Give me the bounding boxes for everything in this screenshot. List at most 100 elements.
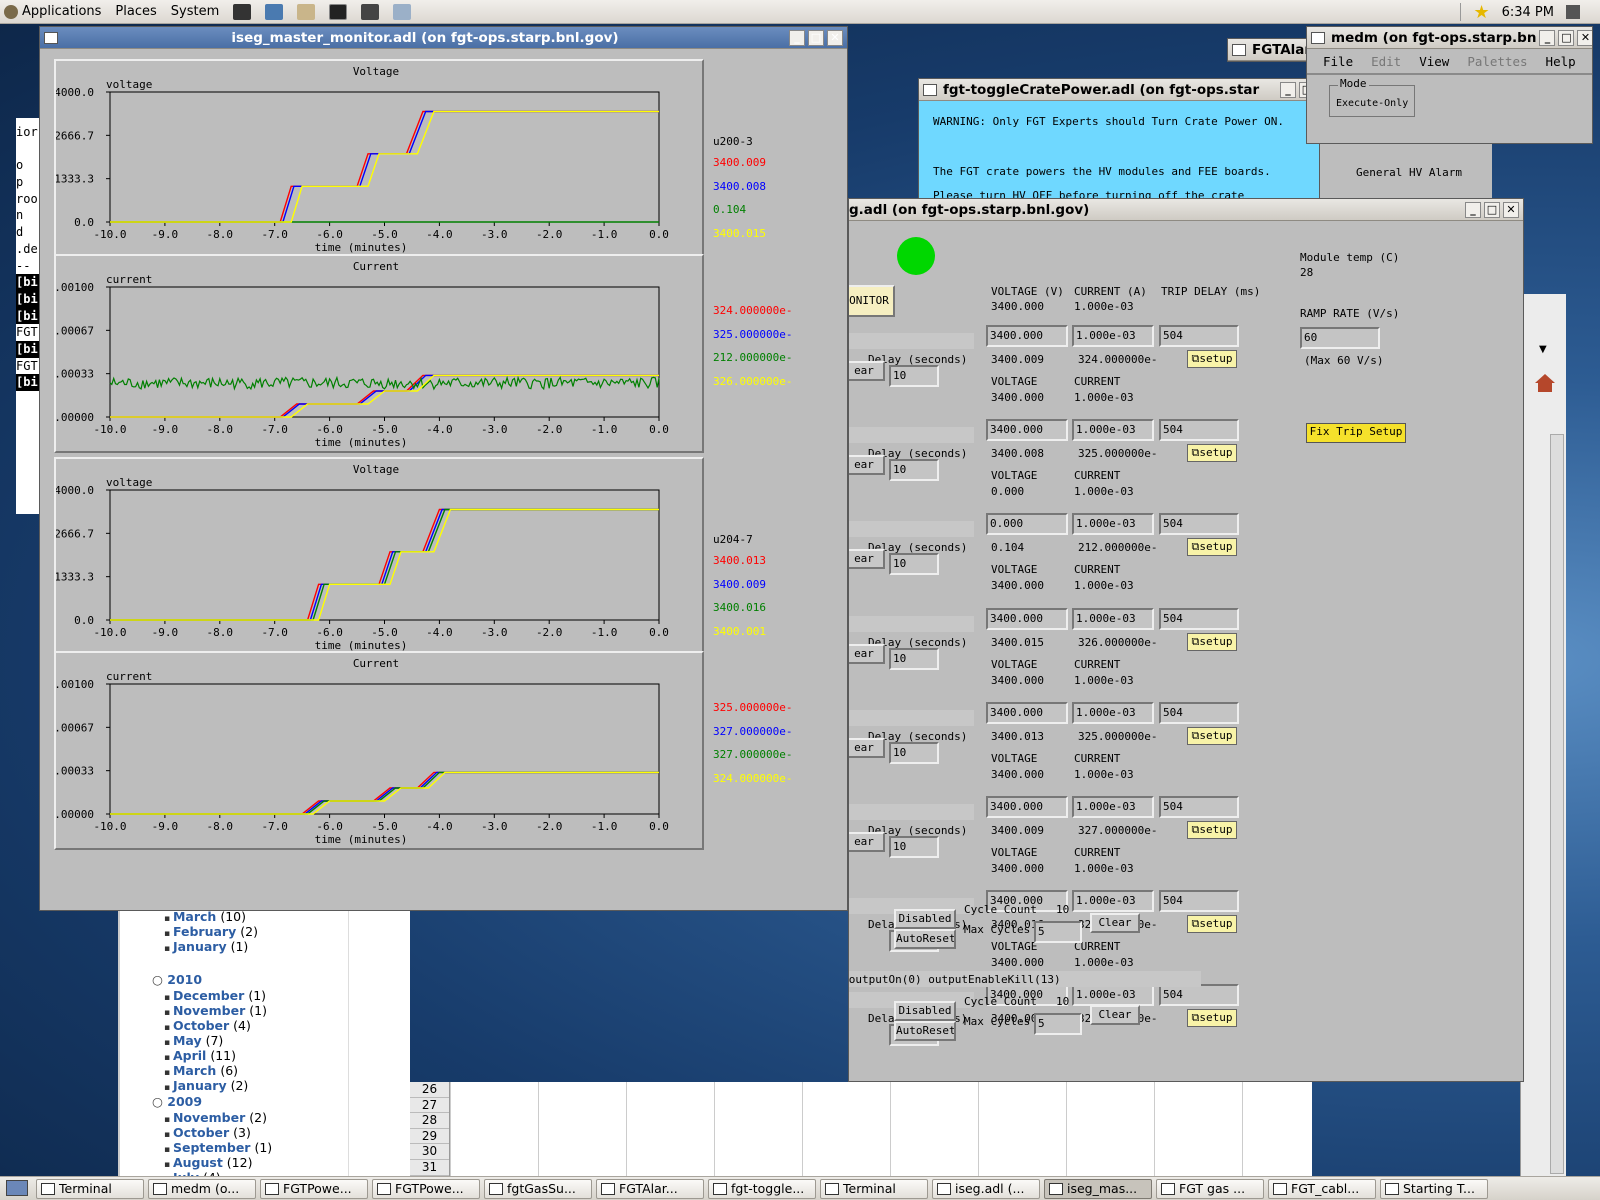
medm-view-menu[interactable]: View [1419,54,1449,69]
star-icon[interactable]: ★ [1473,2,1489,23]
disabled-button[interactable]: Disabled [894,1001,956,1021]
max-cycles-input[interactable]: 5 [1034,1013,1082,1035]
applications-menu[interactable]: Applications [4,4,101,19]
maximize-button[interactable]: □ [1484,201,1500,218]
show-desktop-icon[interactable] [6,1180,28,1196]
archive-month-link[interactable]: February [173,924,236,939]
trip-delay-input[interactable]: 504 [1159,984,1239,1007]
archive-month-link[interactable]: January [173,1078,227,1093]
fix-trip-setup-button[interactable]: Fix Trip Setup [1306,423,1406,443]
sheet-row-number[interactable]: 26 [410,1082,449,1098]
archive-month-link[interactable]: January [173,939,227,954]
clear-button[interactable]: ear [849,549,885,570]
delay-input[interactable]: 10 [889,741,939,764]
setup-button[interactable]: ⧉setup [1187,444,1237,463]
setup-button[interactable]: ⧉setup [1187,726,1237,745]
screenshot-launcher-icon[interactable] [361,3,380,20]
taskbar-item[interactable]: FGT_cabl... [1268,1178,1376,1199]
close-button[interactable]: ✕ [1577,29,1592,46]
trip-delay-input[interactable]: 504 [1159,890,1239,913]
medm-help-menu[interactable]: Help [1546,54,1576,69]
home-icon[interactable] [1535,374,1555,392]
taskbar-item[interactable]: FGTPowe... [372,1178,480,1199]
set-current-input[interactable]: 1.000e-03 [1072,701,1154,724]
clear-button[interactable]: ear [849,832,885,852]
delay-input[interactable]: 10 [889,459,939,482]
maximize-button[interactable]: □ [1558,29,1575,46]
monitor-button[interactable]: ONITOR [849,285,895,317]
set-current-input[interactable]: 1.000e-03 [1072,513,1154,536]
taskbar-item[interactable]: FGTAlar... [596,1178,704,1199]
clear-button[interactable]: ear [849,361,885,381]
minimize-button[interactable]: _ [1539,29,1556,46]
toggle-titlebar[interactable]: fgt-toggleCratePower.adl (on fgt-ops.sta… [919,79,1319,101]
ramp-rate-input[interactable]: 60 [1300,327,1380,349]
archive-month-link[interactable]: March [173,909,216,924]
clear-button[interactable]: Clear [1090,913,1140,933]
sheet-row-number[interactable]: 31 [410,1160,449,1176]
archive-month-link[interactable]: November [173,1110,245,1125]
setup-button[interactable]: ⧉setup [1187,915,1237,934]
archive-month-link[interactable]: August [173,1155,223,1170]
archive-month-link[interactable]: October [173,1018,229,1033]
iseg-titlebar[interactable]: g.adl (on fgt-ops.starp.bnl.gov) _ □ ✕ [849,199,1523,221]
dropdown-arrow-icon[interactable]: ▼ [1539,344,1547,355]
delay-input[interactable]: 10 [889,836,939,858]
close-button[interactable]: ✕ [827,29,843,46]
delay-input[interactable]: 10 [889,365,939,387]
clear-button[interactable]: ear [849,643,885,664]
set-voltage-input[interactable]: 3400.000 [986,701,1068,724]
archive-month-link[interactable]: October [173,1125,229,1140]
delay-input[interactable]: 10 [889,553,939,576]
setup-button[interactable]: ⧉setup [1187,350,1237,368]
terminal-background[interactable]: ior o p roo n d .de -- [bi [bi [bi FGT [bi FGT [bi [16,118,40,514]
toggle-crate-power-window[interactable]: fgt-toggleCratePower.adl (on fgt-ops.sta… [918,78,1320,202]
maximize-button[interactable]: □ [808,29,824,46]
archive-month-link[interactable]: March [173,1063,216,1078]
trip-delay-input[interactable]: 504 [1159,513,1239,536]
taskbar-item[interactable]: Terminal [36,1178,144,1199]
clear-button[interactable]: ear [849,737,885,758]
set-current-input[interactable]: 1.000e-03 [1072,890,1154,913]
delay-input[interactable]: 10 [889,647,939,670]
disabled-button[interactable]: Disabled [894,909,956,929]
iseg-control-window[interactable]: g.adl (on fgt-ops.starp.bnl.gov) _ □ ✕ ONIT… [848,198,1524,1082]
minimize-button[interactable]: _ [1280,81,1296,98]
files-launcher-icon[interactable] [297,3,316,20]
set-current-input[interactable]: 1.000e-03 [1072,419,1154,442]
window-menu-icon[interactable] [1232,43,1246,56]
set-current-input[interactable]: 1.000e-03 [1072,325,1154,347]
archive-month-link[interactable]: September [173,1140,251,1155]
camera-launcher-icon[interactable] [233,3,252,20]
minimize-button[interactable]: _ [789,29,805,46]
medm-palettes-menu[interactable]: Palettes [1467,54,1527,69]
window-menu-icon[interactable] [1311,31,1325,44]
window-launcher-icon[interactable] [393,3,412,20]
setup-button[interactable]: ⧉setup [1187,1009,1237,1028]
autoreset-button[interactable]: AutoReset [894,1021,956,1041]
taskbar-item[interactable]: iseg.adl (... [932,1178,1040,1199]
close-button[interactable]: ✕ [1503,201,1519,218]
spreadsheet-fragment[interactable]: 26 27 28 29 30 31 [410,1082,1312,1176]
taskbar-item[interactable]: Starting T... [1380,1178,1488,1199]
set-voltage-input[interactable]: 3400.000 [986,607,1068,630]
medm-titlebar[interactable]: medm (on fgt-ops.starp.bn _ □ ✕ [1307,27,1592,49]
minimize-button[interactable]: _ [1465,201,1481,218]
taskbar-item[interactable]: fgt-toggle... [708,1178,816,1199]
browser-scrollbar[interactable] [1550,434,1564,1174]
monitor-titlebar[interactable]: iseg_master_monitor.adl (on fgt-ops.star… [40,27,847,49]
set-current-input[interactable]: 1.000e-03 [1072,984,1154,1007]
setup-button[interactable]: ⧉setup [1187,821,1237,839]
trip-delay-input[interactable]: 504 [1159,796,1239,818]
trip-delay-input[interactable]: 504 [1159,325,1239,347]
autoreset-button[interactable]: AutoReset [894,929,956,949]
speaker-icon[interactable] [1566,5,1580,19]
trip-delay-input[interactable]: 504 [1159,701,1239,724]
clear-button[interactable]: ear [849,455,885,476]
taskbar-item[interactable]: medm (o... [148,1178,256,1199]
sheet-row-number[interactable]: 30 [410,1144,449,1160]
medm-edit-menu[interactable]: Edit [1371,54,1401,69]
sheet-row-number[interactable]: 27 [410,1098,449,1114]
archive-month-link[interactable]: May [173,1033,202,1048]
max-cycles-input[interactable]: 5 [1034,921,1082,943]
